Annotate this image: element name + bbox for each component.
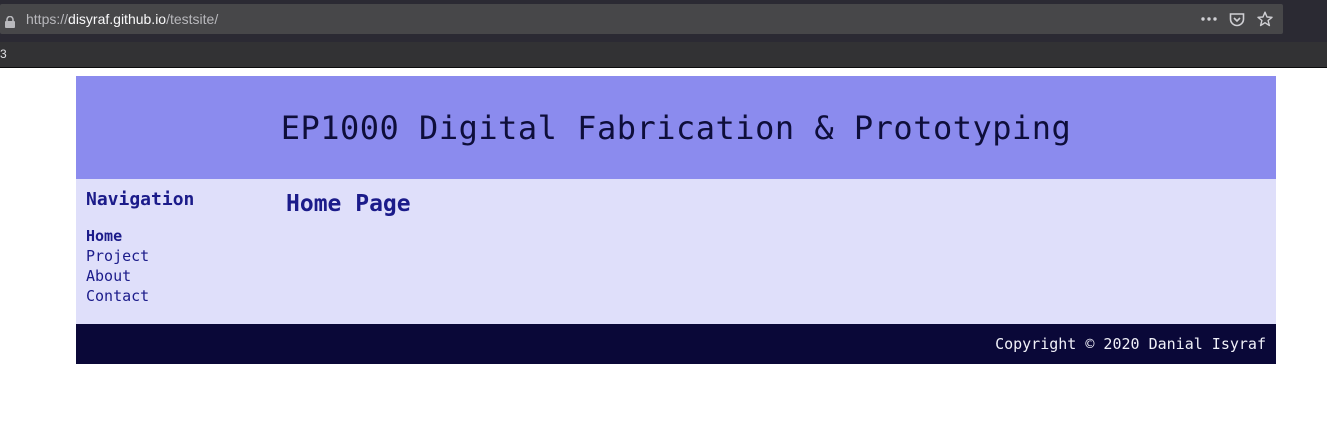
more-icon[interactable]	[1199, 10, 1219, 28]
site-footer: Copyright © 2020 Danial Isyraf	[76, 324, 1276, 364]
nav-link-contact[interactable]: Contact	[86, 286, 276, 306]
url-prefix: https://	[26, 11, 69, 27]
pocket-icon[interactable]	[1227, 10, 1247, 28]
url-actions	[1199, 10, 1275, 28]
bookmark-item[interactable]: 3	[0, 47, 7, 61]
browser-toolbar: https://disyraf.github.io/testsite/	[0, 0, 1327, 42]
lock-icon[interactable]	[4, 13, 16, 28]
copyright-text: Copyright © 2020 Danial Isyraf	[995, 335, 1266, 353]
bookmarks-toolbar: 3	[0, 42, 1327, 68]
url-path: /testsite/	[166, 11, 219, 27]
url-text[interactable]: https://disyraf.github.io/testsite/	[26, 11, 218, 27]
page: EP1000 Digital Fabrication & Prototyping…	[76, 76, 1276, 364]
nav-link-about[interactable]: About	[86, 266, 276, 286]
site-title: EP1000 Digital Fabrication & Prototyping	[280, 108, 1072, 147]
page-title: Home Page	[286, 191, 411, 217]
sidebar-nav: Navigation Home Project About Contact	[86, 189, 276, 306]
url-host: disyraf.github.io	[68, 11, 167, 27]
nav-heading: Navigation	[86, 189, 195, 210]
nav-link-project[interactable]: Project	[86, 246, 276, 266]
site-body: Navigation Home Project About Contact Ho…	[76, 179, 1276, 324]
bookmark-star-icon[interactable]	[1255, 10, 1275, 28]
nav-link-home[interactable]: Home	[86, 226, 276, 246]
site-header: EP1000 Digital Fabrication & Prototyping	[76, 76, 1276, 179]
address-bar[interactable]: https://disyraf.github.io/testsite/	[0, 4, 1283, 34]
main-content: Home Page	[286, 191, 411, 217]
